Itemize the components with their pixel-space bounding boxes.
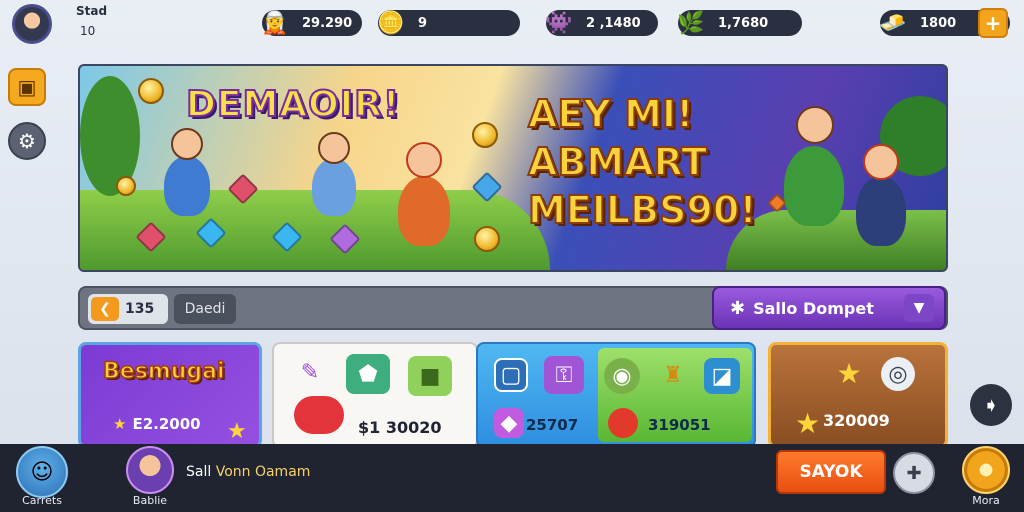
wallet-button-label: Sallo Dompet [753,298,874,318]
banner-title: DEMAOIR! [185,83,401,126]
filter-bar: ❮ 135 Daedi ✱ Sallo Dompet ▼ [78,286,948,330]
player-first-name: Sall [186,464,212,480]
characters-nav-button[interactable]: ☺ [16,446,68,498]
hero-head [171,128,203,160]
bottom-bar: ☺ Carrets Bablie Sall Vonn Oamam SAYOK ✚… [0,444,1024,512]
settings-button[interactable]: ⚙ [8,122,46,160]
hero-character-1 [164,128,210,216]
hero-character-5 [856,144,906,246]
gold-chest-icon: ♜ [663,362,683,388]
gold-bundle-card[interactable]: ★ ◎ ★ 320009 [768,342,948,448]
resource-value: 1800 [920,15,957,31]
resource-gold-nuggets[interactable]: 🧈 1800 + [879,8,1010,38]
hero-character-4 [784,106,844,226]
player-name: Stad [76,4,108,18]
featured-offer-price: E2.2000 [132,415,201,433]
profile-avatar-button[interactable] [126,446,174,494]
resource-character-tokens[interactable]: 🧝 29.290 [261,10,362,36]
profile-label: Bablie [132,494,168,507]
gem-bundle-price-a: 25707 [526,416,579,434]
gold-coin-icon: 🪙 [377,10,405,36]
green-coin-icon: ◉ [604,358,640,394]
headline-line-2: ABMART [527,139,708,185]
more-nav-button[interactable] [962,446,1010,494]
hero-character-2 [312,132,356,216]
ruby-icon [294,396,344,434]
bundle-price: $1 30020 [358,418,442,437]
gold-bundle-price: 320009 [823,411,890,430]
characters-nav-label: Carrets [22,494,62,507]
chevron-down-icon: ▼ [904,294,934,322]
primary-action-button[interactable]: SAYOK [776,450,886,494]
purple-gem-icon: ◆ [494,408,524,438]
coin-decoration [138,78,164,104]
block-icon: ■ [408,356,452,396]
hero-banner[interactable]: DEMAOIR! AEY MI! ABMART MEILBS90! [78,64,948,272]
chevron-left-icon: ❮ [91,297,119,321]
coin-decoration [116,176,136,196]
chevron-right-icon: ➧ [982,393,1000,417]
more-nav-label: Mora [972,494,1000,507]
resource-gold-coins[interactable]: 🪙 9 [377,10,520,36]
gem-bundle-price-b: 319051 [648,416,711,434]
hero-character-3 [398,142,450,246]
headline-line-3: MEILBS90! [527,187,758,233]
next-page-button[interactable]: ➧ [970,384,1012,426]
item-bundle-card[interactable]: ✎ ⬟ ■ $1 30020 [272,342,478,448]
key-box-icon: ⚿ [544,356,584,394]
red-orb-icon [608,408,638,438]
headline-line-1: AEY MI! [527,91,694,137]
player-full-name: Sall Vonn Oamam [186,464,310,480]
character-token-icon: 🧝 [261,10,289,36]
resource-value: 9 [418,15,428,31]
resource-value: 2 ,1480 [586,15,641,31]
player-avatar[interactable] [12,4,52,44]
featured-offer-price-row: ★ E2.2000 [113,415,201,433]
hero-head [406,142,442,178]
featured-offer-title: Besmugai [102,358,225,385]
back-button[interactable]: ❮ 135 [88,294,168,324]
player-last-name: Vonn Oamam [215,464,311,480]
gamepad-button[interactable]: ✚ [893,452,935,494]
top-bar: Stad 10 🧝 29.290 🪙 9 👾 2 ,1480 🌿 1,7680 … [0,0,1024,52]
add-currency-button[interactable]: + [978,8,1008,38]
resource-value: 1,7680 [718,15,769,31]
star-icon: ★ [227,419,247,444]
gear-icon: ⚙ [18,129,36,153]
shield-icon: ⬟ [346,354,390,394]
calendar-button[interactable]: ▣ [8,68,46,106]
wallet-button[interactable]: ✱ Sallo Dompet ▼ [712,286,946,330]
star-icon: ★ [113,415,127,433]
banner-headline: AEY MI! ABMART MEILBS90! [527,90,758,234]
hero-head [796,106,834,144]
hero-head [863,144,899,180]
gem-bundle-card[interactable]: ▢ ⚿ ◉ ♜ ◪ ◆ 25707 319051 [476,342,756,448]
player-level: 10 [80,24,96,38]
hero-head [318,132,350,164]
picture-frame-icon: ▢ [494,358,528,392]
resource-value: 29.290 [302,15,353,31]
gold-star-pile-icon: ★ [836,356,862,390]
star-icon: ★ [795,407,821,440]
coin-decoration [474,226,500,252]
featured-offer-card[interactable]: Besmugai ★ E2.2000 ★ [78,342,262,448]
sparkle-icon: ✱ [730,297,746,319]
gamepad-icon: ✚ [906,462,922,484]
silver-coin-icon: ◎ [881,357,915,391]
back-count: 135 [125,301,155,317]
coin-decoration [472,122,498,148]
green-crystal-icon: 🌿 [677,10,705,36]
map-icon: ◪ [704,358,740,394]
filter-tab[interactable]: Daedi [174,294,236,324]
character-icon: ☺ [30,459,54,485]
potion-icon: ✎ [300,359,320,385]
resource-green-crystals[interactable]: 🌿 1,7680 [677,10,802,36]
gem-token-icon: 👾 [545,10,573,36]
resource-gem-tokens[interactable]: 👾 2 ,1480 [545,10,658,36]
gold-nugget-icon: 🧈 [879,10,907,36]
banner-ground-right [726,210,946,270]
calendar-icon: ▣ [17,75,37,99]
